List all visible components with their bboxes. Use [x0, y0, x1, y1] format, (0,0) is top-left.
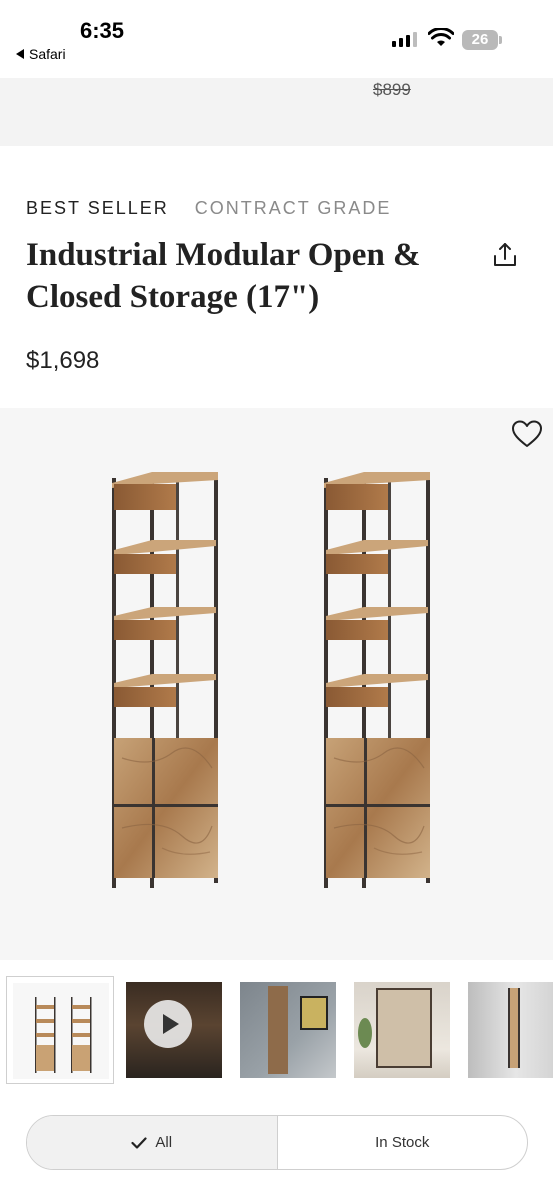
bookcase-illustration	[111, 471, 431, 889]
heart-icon[interactable]	[510, 417, 544, 451]
thumbnail-angle[interactable]	[462, 976, 553, 1084]
bookcase-shape	[508, 988, 520, 1068]
availability-toggle: All In Stock	[26, 1115, 528, 1170]
thumbnail-image	[240, 982, 336, 1078]
filter-in-stock-label: In Stock	[375, 1134, 430, 1151]
battery-icon: 26	[462, 30, 498, 50]
original-price: $899	[373, 80, 411, 99]
filter-in-stock-button[interactable]: In Stock	[278, 1116, 528, 1169]
status-bar: 6:35 Safari 26	[0, 0, 553, 78]
thumbnail-room-living[interactable]	[348, 976, 456, 1084]
bookcase-shape	[268, 986, 288, 1074]
back-to-app-button[interactable]: Safari	[16, 46, 66, 62]
thumbnail-strip	[6, 976, 553, 1084]
back-app-label: Safari	[29, 46, 66, 62]
product-title: Industrial Modular Open & Closed Storage…	[26, 237, 421, 315]
thumbnail-image	[13, 983, 109, 1079]
checkmark-icon	[131, 1136, 148, 1149]
product-hero-image[interactable]	[0, 408, 553, 960]
share-icon[interactable]	[490, 240, 520, 270]
plant-shape	[358, 1018, 372, 1048]
thumbnail-front[interactable]	[6, 976, 114, 1084]
product-badges: BEST SELLER CONTRACT GRADE	[26, 198, 391, 219]
thumbnail-image	[468, 982, 553, 1078]
back-triangle-icon	[16, 49, 24, 59]
sticky-price-strip: $899	[0, 78, 553, 146]
badge-best-seller: BEST SELLER	[26, 198, 169, 218]
filter-all-button[interactable]: All	[27, 1116, 278, 1169]
status-time: 6:35	[80, 18, 125, 43]
cellular-signal-icon	[392, 32, 417, 47]
wifi-icon	[428, 28, 454, 46]
badge-contract-grade: CONTRACT GRADE	[194, 198, 392, 218]
bookcase-shape	[376, 988, 432, 1068]
thumbnail-video[interactable]	[120, 976, 228, 1084]
filter-all-label: All	[155, 1134, 173, 1151]
thumbnail-image	[354, 982, 450, 1078]
product-price: $1,698	[26, 347, 100, 374]
bookcase-thumb-illustration	[35, 997, 92, 1073]
thumbnail-room-office[interactable]	[234, 976, 342, 1084]
wall-art	[300, 996, 328, 1030]
play-icon[interactable]	[144, 1000, 192, 1048]
battery-tip	[499, 36, 502, 44]
